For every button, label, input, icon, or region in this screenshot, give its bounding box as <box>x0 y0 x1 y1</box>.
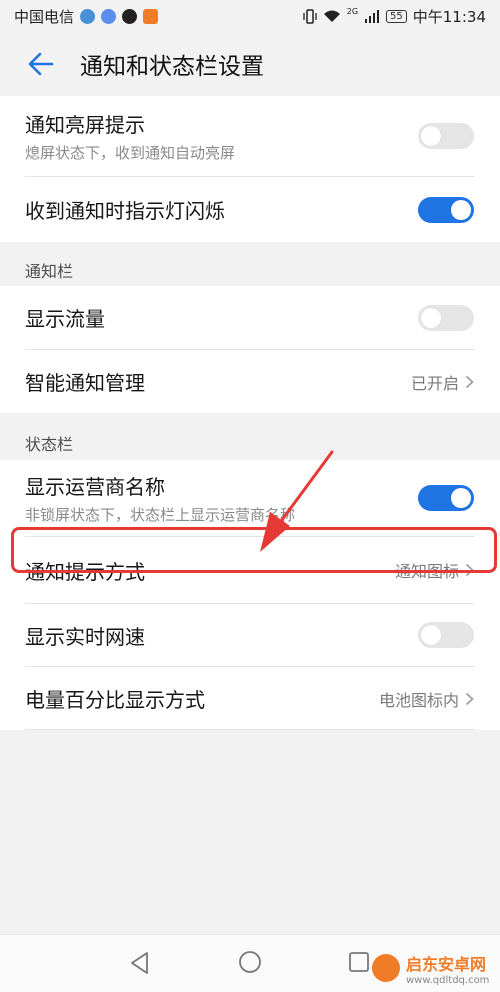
watermark-url: www.qdltdq.com <box>406 974 490 986</box>
home-nav-icon[interactable] <box>237 949 263 975</box>
watermark: 启东安卓网 www.qdltdq.com <box>372 945 500 991</box>
annotation-arrow-icon <box>260 450 334 552</box>
recents-nav-icon[interactable] <box>347 950 371 974</box>
watermark-name: 启东安卓网 <box>406 954 487 974</box>
back-nav-icon[interactable] <box>127 950 153 976</box>
watermark-logo-icon <box>372 954 400 982</box>
